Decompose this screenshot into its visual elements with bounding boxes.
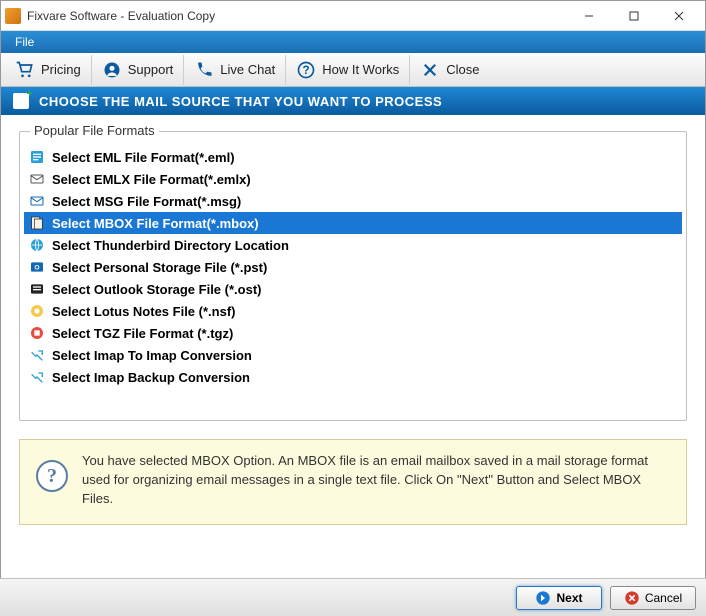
cancel-icon [624, 590, 640, 606]
format-icon [28, 215, 46, 231]
format-item[interactable]: Select Imap To Imap Conversion [24, 344, 682, 366]
format-icon [28, 325, 46, 341]
format-item[interactable]: O Select Personal Storage File (*.pst) [24, 256, 682, 278]
format-icon [28, 193, 46, 209]
toolbar-support-label: Support [128, 62, 174, 77]
format-icon [28, 149, 46, 165]
format-icon [28, 347, 46, 363]
content: Popular File Formats Select EML File For… [1, 115, 705, 421]
close-icon [420, 60, 440, 80]
info-icon: ? [36, 460, 68, 492]
menu-file[interactable]: File [7, 33, 42, 51]
toolbar-pricing[interactable]: Pricing [5, 55, 92, 85]
banner-icon [13, 93, 29, 109]
format-label: Select TGZ File Format (*.tgz) [52, 326, 233, 341]
format-item[interactable]: Select EML File Format(*.eml) [24, 146, 682, 168]
format-label: Select MSG File Format(*.msg) [52, 194, 241, 209]
maximize-button[interactable] [611, 2, 656, 30]
groupbox-title: Popular File Formats [30, 123, 159, 138]
window-title: Fixvare Software - Evaluation Copy [27, 9, 566, 23]
toolbar-close[interactable]: Close [410, 55, 489, 85]
toolbar-pricing-label: Pricing [41, 62, 81, 77]
toolbar: Pricing Support Live Chat ? How It Works… [1, 53, 705, 87]
formats-groupbox: Popular File Formats Select EML File For… [19, 131, 687, 421]
format-icon [28, 281, 46, 297]
toolbar-howitworks[interactable]: ? How It Works [286, 55, 410, 85]
format-item[interactable]: Select Imap Backup Conversion [24, 366, 682, 388]
window-close-button[interactable] [656, 2, 701, 30]
format-list: Select EML File Format(*.eml) Select EMLX… [24, 146, 682, 388]
next-button[interactable]: Next [516, 586, 602, 610]
format-label: Select Personal Storage File (*.pst) [52, 260, 267, 275]
format-icon [28, 171, 46, 187]
format-label: Select Imap To Imap Conversion [52, 348, 252, 363]
toolbar-howitworks-label: How It Works [322, 62, 399, 77]
menubar: File [1, 31, 705, 53]
format-item[interactable]: Select MSG File Format(*.msg) [24, 190, 682, 212]
cancel-button-label: Cancel [645, 591, 682, 605]
headset-icon [102, 60, 122, 80]
format-icon [28, 369, 46, 385]
info-panel: ? You have selected MBOX Option. An MBOX… [19, 439, 687, 525]
banner-text: CHOOSE THE MAIL SOURCE THAT YOU WANT TO … [39, 94, 442, 109]
phone-icon [194, 60, 214, 80]
format-item[interactable]: Select Thunderbird Directory Location [24, 234, 682, 256]
format-label: Select EMLX File Format(*.emlx) [52, 172, 251, 187]
format-icon [28, 237, 46, 253]
arrow-right-icon [535, 590, 551, 606]
format-item[interactable]: Select Lotus Notes File (*.nsf) [24, 300, 682, 322]
button-bar: Next Cancel [0, 578, 706, 616]
toolbar-livechat[interactable]: Live Chat [184, 55, 286, 85]
format-icon: O [28, 259, 46, 275]
toolbar-livechat-label: Live Chat [220, 62, 275, 77]
format-label: Select Imap Backup Conversion [52, 370, 250, 385]
info-wrap: ? You have selected MBOX Option. An MBOX… [1, 421, 705, 543]
info-text: You have selected MBOX Option. An MBOX f… [82, 452, 670, 510]
format-icon [28, 303, 46, 319]
question-icon: ? [296, 60, 316, 80]
cancel-button[interactable]: Cancel [610, 586, 696, 610]
format-label: Select MBOX File Format(*.mbox) [52, 216, 259, 231]
format-item[interactable]: Select MBOX File Format(*.mbox) [24, 212, 682, 234]
cart-icon [15, 60, 35, 80]
toolbar-close-label: Close [446, 62, 479, 77]
banner: CHOOSE THE MAIL SOURCE THAT YOU WANT TO … [1, 87, 705, 115]
svg-text:?: ? [303, 64, 310, 77]
toolbar-support[interactable]: Support [92, 55, 185, 85]
format-label: Select Outlook Storage File (*.ost) [52, 282, 261, 297]
format-item[interactable]: Select TGZ File Format (*.tgz) [24, 322, 682, 344]
format-label: Select Thunderbird Directory Location [52, 238, 289, 253]
format-label: Select EML File Format(*.eml) [52, 150, 235, 165]
format-item[interactable]: Select EMLX File Format(*.emlx) [24, 168, 682, 190]
next-button-label: Next [556, 591, 582, 605]
format-label: Select Lotus Notes File (*.nsf) [52, 304, 235, 319]
app-icon [5, 8, 21, 24]
minimize-button[interactable] [566, 2, 611, 30]
format-item[interactable]: Select Outlook Storage File (*.ost) [24, 278, 682, 300]
titlebar: Fixvare Software - Evaluation Copy [1, 1, 705, 31]
svg-text:O: O [34, 265, 39, 272]
